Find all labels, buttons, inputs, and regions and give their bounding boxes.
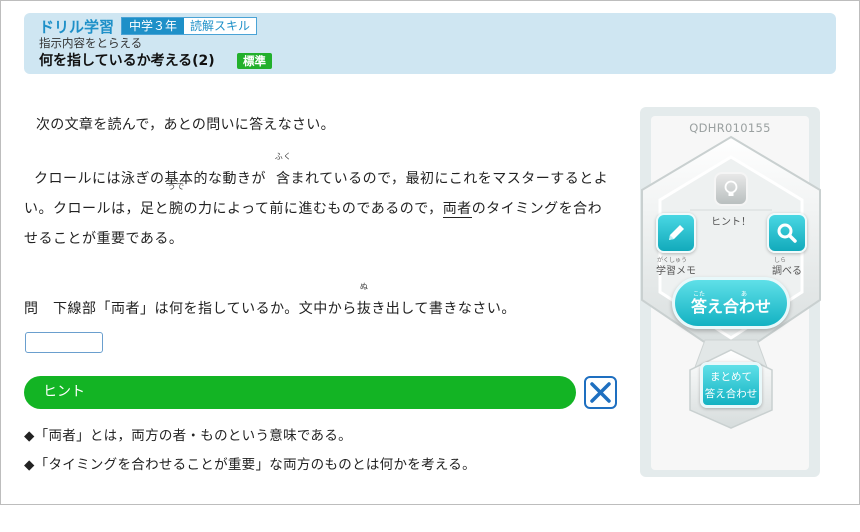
search-button[interactable] (767, 213, 807, 253)
memo-label: 学習メモ (656, 266, 696, 277)
skill-label: 読解スキル (190, 19, 251, 33)
grade-label: 中学３年 (122, 18, 185, 34)
check-furigana-2: あ (741, 291, 748, 298)
search-icon (777, 223, 797, 243)
furigana: ふく (274, 152, 292, 161)
ruby-kanji: 含ふく (266, 153, 292, 194)
page-title: 何を指しているか考える(2) (39, 53, 215, 69)
question-part: き出して書きなさい。 (371, 301, 516, 317)
question-text: 問 下線部「両者」は何を指しているか。文中から抜ぬき出して書きなさい。 (24, 283, 516, 324)
reading-passage: クロールには泳ぎの基本的な動きが含 ふくまれているので，最初にこれをマスターすると… (24, 153, 614, 254)
search-label: 調べる (772, 266, 802, 277)
passage-line: せることが重要である。 (24, 231, 184, 247)
grade-skill-badge: 中学３年 読解スキル (121, 17, 258, 35)
unit-subtitle: 指示内容をとらえる (39, 36, 143, 50)
passage-line: い。クロールは，足と腕 うでの力によって前に進むものであるので，両者のタイミングを… (24, 183, 614, 224)
answer-input[interactable] (25, 332, 103, 353)
summary-line-2: 答え合わせ (704, 388, 758, 400)
kanji: 腕 (169, 201, 184, 217)
app-title: ドリル学習 (39, 18, 115, 36)
check-furigana-1: こた (693, 291, 706, 298)
hint-panel-label: ヒント！ (711, 217, 751, 228)
memo-furigana: がくしゅう (657, 257, 688, 264)
search-furigana: しら (774, 257, 787, 264)
furigana: うで (167, 182, 185, 191)
passage-text: のタイミングを合わ (471, 201, 603, 217)
hint-close-button[interactable] (584, 376, 617, 409)
hint-line-1: ◆「両者」とは，両方の者・ものという意味である。 (24, 428, 352, 444)
lightbulb-icon (724, 180, 738, 196)
check-answer-button[interactable]: 答え合わせ (672, 277, 790, 329)
furigana: ぬ (359, 282, 369, 291)
question-part: 問 下線部「両者」は何を指しているか。文中から (24, 301, 357, 317)
ruby-kanji: 抜ぬ (356, 283, 372, 324)
ruby-kanji: 腕うで (168, 183, 185, 224)
passage-text: まれているので，最初にこれをマスターするとよ (290, 171, 609, 187)
hint-panel-button[interactable] (714, 172, 748, 206)
pencil-icon (669, 225, 684, 240)
passage-text: の力によって前に進むものであるので， (183, 201, 443, 217)
kanji: 含 (276, 171, 291, 187)
close-icon (590, 382, 611, 403)
question-id: QDHR010155 (689, 121, 771, 135)
passage-line: クロールには泳ぎの基本的な動きが含 ふくまれているので，最初にこれをマスターすると… (24, 153, 614, 194)
passage-text: クロールには泳ぎの基本的な動きが (34, 171, 266, 187)
kanji: 抜 (356, 301, 372, 317)
memo-button[interactable] (656, 213, 696, 253)
summary-line-1: まとめて (710, 371, 752, 383)
check-all-answers-button[interactable]: まとめて 答え合わせ (700, 362, 762, 408)
instruction-text: 次の文章を読んで，あとの問いに答えなさい。 (36, 117, 335, 133)
level-badge: 標準 (237, 53, 272, 69)
passage-text: い。クロールは，足と (24, 201, 169, 217)
underlined-term: 両者 (442, 201, 472, 218)
hint-bar[interactable]: ヒント (24, 376, 576, 409)
check-answer-label: 答え合わせ (690, 297, 771, 316)
hint-line-2: ◆「タイミングを合わせることが重要」な両方のものとは何かを考える。 (24, 457, 476, 473)
header-banner: ドリル学習 中学３年 読解スキル 指示内容をとらえる 何を指しているか考える(2… (24, 13, 836, 74)
